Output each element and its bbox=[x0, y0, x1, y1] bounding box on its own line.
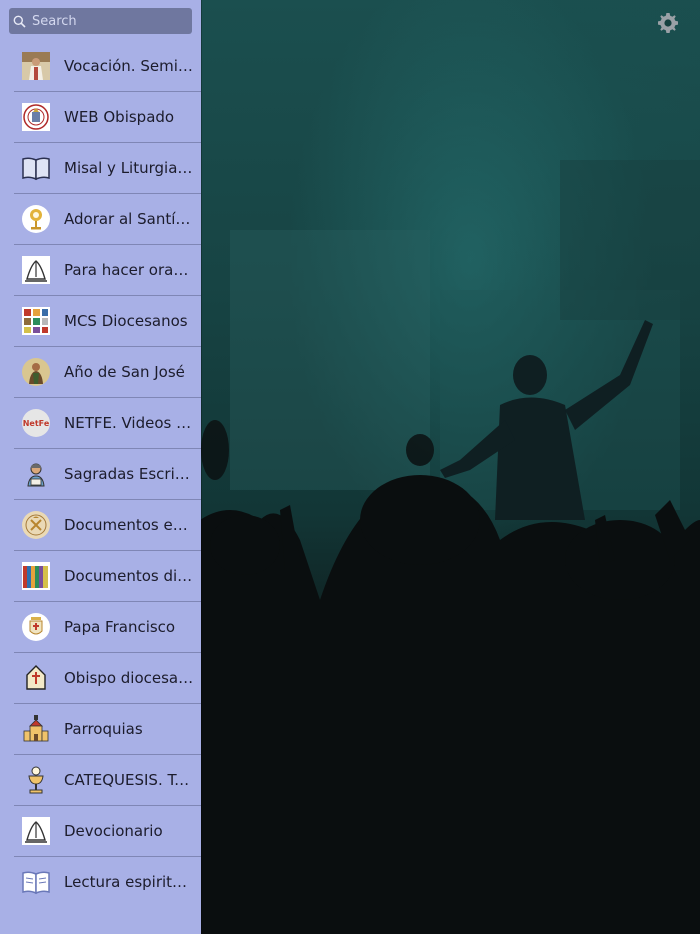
menu-item-label: Sagradas Escrituras bbox=[64, 465, 194, 483]
menu-item-label: Misal y Liturgia de las Horas bbox=[64, 159, 194, 177]
search-input[interactable] bbox=[30, 12, 184, 30]
vocation-icon bbox=[21, 51, 51, 81]
sidebar: Vocación. Seminario WEB Obispado Misal y… bbox=[0, 0, 201, 934]
menu-item-obispo[interactable]: Obispo diocesano bbox=[14, 653, 201, 704]
gear-icon bbox=[658, 13, 678, 33]
menu-item-devocionario[interactable]: Devocionario bbox=[14, 806, 201, 857]
search-bar[interactable] bbox=[9, 8, 192, 34]
menu-item-catequesis[interactable]: CATEQUESIS. Temas bbox=[14, 755, 201, 806]
person-reading-icon bbox=[21, 459, 51, 489]
menu-item-label: MCS Diocesanos bbox=[64, 312, 188, 330]
menu-item-label: Parroquias bbox=[64, 720, 143, 738]
menu-item-label: Documentos diocesanos bbox=[64, 567, 194, 585]
menu-item-label: Lectura espiritual bbox=[64, 873, 194, 891]
menu-item-label: Documentos esenciales bbox=[64, 516, 194, 534]
menu-item-adorar[interactable]: Adorar al Santísimo bbox=[14, 194, 201, 245]
chalice-icon bbox=[21, 765, 51, 795]
menu-item-label: CATEQUESIS. Temas bbox=[64, 771, 194, 789]
settings-button[interactable] bbox=[656, 11, 680, 35]
menu-item-sagradas[interactable]: Sagradas Escrituras bbox=[14, 449, 201, 500]
menu-item-label: WEB Obispado bbox=[64, 108, 175, 126]
vatican-seal-icon bbox=[21, 510, 51, 540]
svg-text:NetFe: NetFe bbox=[23, 419, 50, 428]
menu-item-documentos-esenciales[interactable]: Documentos esenciales bbox=[14, 500, 201, 551]
mitre-icon bbox=[21, 663, 51, 693]
menu-item-misal[interactable]: Misal y Liturgia de las Horas bbox=[14, 143, 201, 194]
netfe-icon: NetFe bbox=[21, 408, 51, 438]
media-grid-icon bbox=[21, 306, 51, 336]
binders-icon bbox=[21, 561, 51, 591]
menu-item-papa-francisco[interactable]: Papa Francisco bbox=[14, 602, 201, 653]
menu-item-label: Año de San José bbox=[64, 363, 185, 381]
menu-item-label: Para hacer oración bbox=[64, 261, 194, 279]
menu-item-label: NETFE. Videos y películas bbox=[64, 414, 194, 432]
praying-hands-icon bbox=[21, 816, 51, 846]
bishopric-seal-icon bbox=[21, 102, 51, 132]
open-book-icon bbox=[21, 153, 51, 183]
menu-item-label: Adorar al Santísimo bbox=[64, 210, 194, 228]
menu-item-mcs[interactable]: MCS Diocesanos bbox=[14, 296, 201, 347]
saint-joseph-icon bbox=[21, 357, 51, 387]
pope-crest-icon bbox=[21, 612, 51, 642]
open-book-icon bbox=[21, 867, 51, 897]
monstrance-icon bbox=[21, 204, 51, 234]
menu-item-vocacion[interactable]: Vocación. Seminario bbox=[14, 41, 201, 92]
menu-item-documentos-diocesanos[interactable]: Documentos diocesanos bbox=[14, 551, 201, 602]
menu-item-san-jose[interactable]: Año de San José bbox=[14, 347, 201, 398]
menu-item-label: Devocionario bbox=[64, 822, 163, 840]
menu-item-lectura[interactable]: Lectura espiritual bbox=[14, 857, 201, 907]
menu-item-netfe[interactable]: NetFe NETFE. Videos y películas bbox=[14, 398, 201, 449]
menu-item-label: Papa Francisco bbox=[64, 618, 176, 636]
search-icon bbox=[13, 15, 26, 28]
menu-item-label: Vocación. Seminario bbox=[64, 57, 194, 75]
menu-item-parroquias[interactable]: Parroquias bbox=[14, 704, 201, 755]
praying-hands-icon bbox=[21, 255, 51, 285]
church-icon bbox=[21, 714, 51, 744]
menu-item-web-obispado[interactable]: WEB Obispado bbox=[14, 92, 201, 143]
menu-list: Vocación. Seminario WEB Obispado Misal y… bbox=[0, 41, 201, 907]
menu-item-oracion[interactable]: Para hacer oración bbox=[14, 245, 201, 296]
menu-item-label: Obispo diocesano bbox=[64, 669, 194, 687]
